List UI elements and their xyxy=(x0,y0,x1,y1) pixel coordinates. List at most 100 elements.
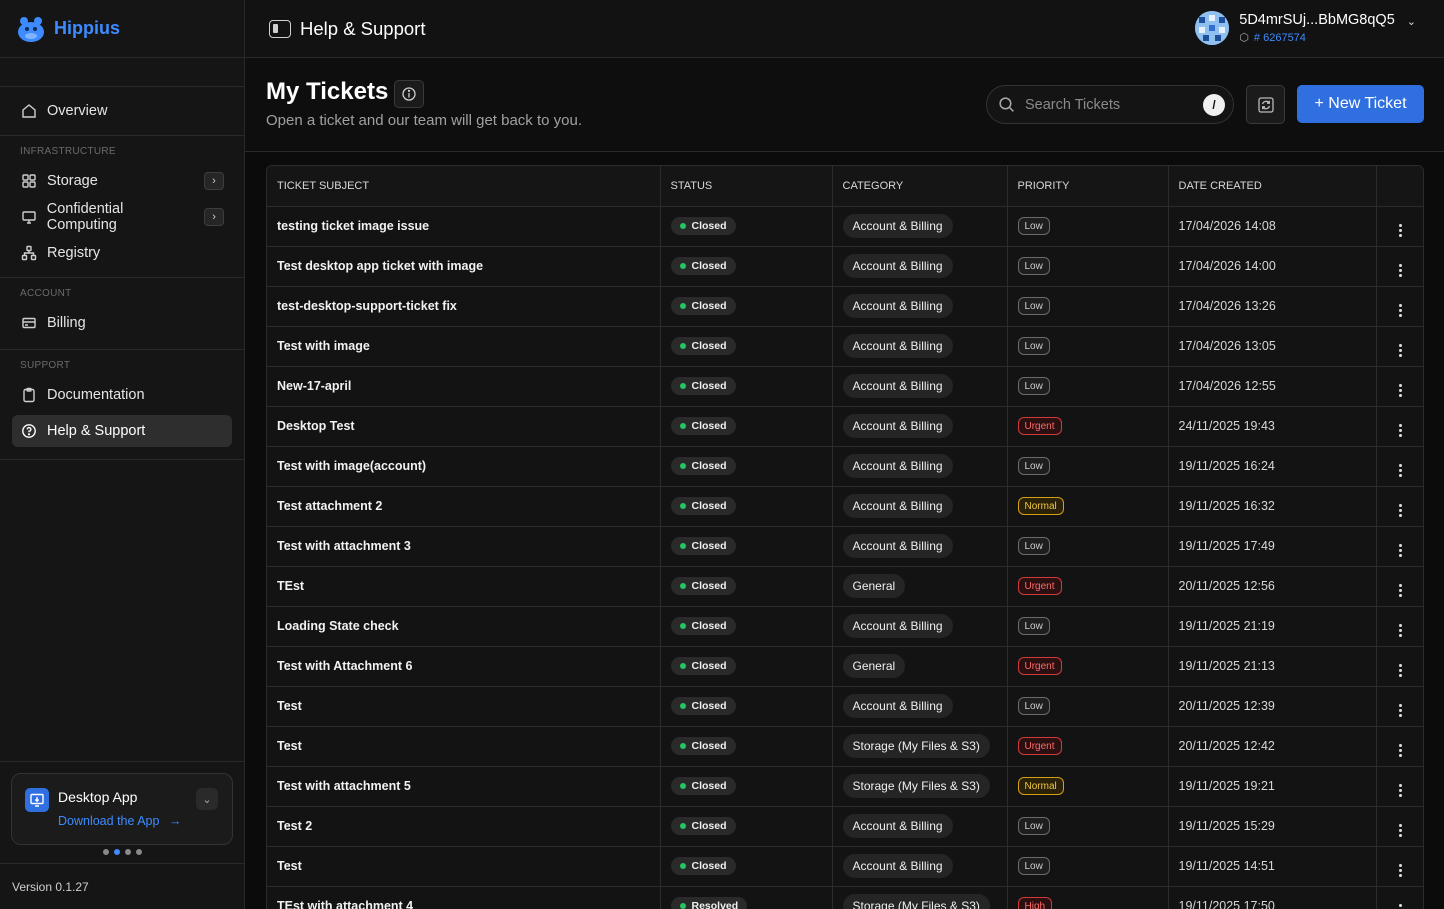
row-actions-button[interactable] xyxy=(1376,366,1423,407)
ticket-subject[interactable]: TEst xyxy=(267,566,661,607)
refresh-button[interactable] xyxy=(1246,85,1285,124)
carousel-dots[interactable] xyxy=(0,849,245,855)
info-icon xyxy=(402,87,416,101)
ticket-subject[interactable]: Test attachment 2 xyxy=(267,486,661,527)
sidebar-item-overview[interactable]: Overview xyxy=(12,95,232,127)
status-dot-icon xyxy=(679,383,686,389)
ticket-subject[interactable]: Test xyxy=(267,846,661,887)
chevron-right-icon[interactable]: › xyxy=(204,208,224,226)
search-box[interactable]: / xyxy=(986,85,1234,124)
table-row[interactable]: Loading State check Closed Account & Billi… xyxy=(267,606,1423,647)
table-row[interactable]: Test desktop app ticket with image Closed… xyxy=(267,246,1423,287)
ticket-date: 19/11/2025 15:29 xyxy=(1168,806,1377,847)
sidebar-item-billing[interactable]: Billing xyxy=(12,307,232,339)
ticket-subject[interactable]: Test xyxy=(267,726,661,767)
row-actions-button[interactable] xyxy=(1376,286,1423,327)
ticket-subject[interactable]: TEst with attachment 4 xyxy=(267,886,661,909)
status-dot-icon xyxy=(679,303,686,309)
ticket-subject[interactable]: Loading State check xyxy=(267,606,661,647)
ticket-subject[interactable]: test-desktop-support-ticket fix xyxy=(267,286,661,327)
ticket-category-cell: Account & Billing xyxy=(832,206,1008,247)
ticket-subject[interactable]: Test 2 xyxy=(267,806,661,847)
row-actions-button[interactable] xyxy=(1376,526,1423,567)
sidebar-item-documentation[interactable]: Documentation xyxy=(12,379,232,411)
table-row[interactable]: Desktop Test Closed Account & Billing Urgen… xyxy=(267,406,1423,447)
carousel-dot[interactable] xyxy=(136,849,142,855)
ticket-category-cell: General xyxy=(832,566,1008,607)
row-actions-button[interactable] xyxy=(1376,606,1423,647)
sidebar-section-account: ACCOUNT Billing xyxy=(0,278,244,350)
table-row[interactable]: Test Closed Account & Billing Low 19/11/2025… xyxy=(267,846,1423,887)
row-actions-button[interactable] xyxy=(1376,246,1423,287)
sidebar-item-storage[interactable]: Storage › xyxy=(12,165,232,197)
ticket-date: 19/11/2025 16:32 xyxy=(1168,486,1377,527)
row-actions-button[interactable] xyxy=(1376,846,1423,887)
ticket-subject[interactable]: Test with image(account) xyxy=(267,446,661,487)
ticket-subject[interactable]: Test with attachment 5 xyxy=(267,766,661,807)
table-row[interactable]: TEst Closed General Urgent 20/11/2025 12:56 xyxy=(267,566,1423,607)
search-input[interactable] xyxy=(1025,96,1195,113)
more-vertical-icon xyxy=(1399,703,1403,717)
ticket-subject[interactable]: Test with image xyxy=(267,326,661,367)
column-header-date[interactable]: DATE CREATED xyxy=(1168,166,1377,207)
row-actions-button[interactable] xyxy=(1376,726,1423,767)
info-button[interactable] xyxy=(394,80,424,108)
sidebar-item-confidential-computing[interactable]: Confidential Computing › xyxy=(12,201,232,233)
column-header-priority[interactable]: PRIORITY xyxy=(1007,166,1169,207)
row-actions-button[interactable] xyxy=(1376,206,1423,247)
network-icon xyxy=(20,244,38,262)
table-header-row: TICKET SUBJECT STATUS CATEGORY PRIORITY … xyxy=(267,166,1423,207)
brand[interactable]: Hippius xyxy=(0,0,244,58)
chevron-right-icon[interactable]: › xyxy=(204,172,224,190)
column-header-category[interactable]: CATEGORY xyxy=(832,166,1008,207)
table-row[interactable]: Test attachment 2 Closed Account & Billing… xyxy=(267,486,1423,527)
table-row[interactable]: Test with attachment 3 Closed Account & Bi… xyxy=(267,526,1423,567)
new-ticket-button[interactable]: + New Ticket xyxy=(1297,85,1424,123)
sidebar-toggle-icon[interactable] xyxy=(269,19,291,38)
table-row[interactable]: Test 2 Closed Account & Billing Low 19/11/20… xyxy=(267,806,1423,847)
ticket-status-cell: Closed xyxy=(660,206,833,247)
ticket-subject[interactable]: Test with attachment 3 xyxy=(267,526,661,567)
download-app-link[interactable]: Download the App → xyxy=(58,814,181,828)
row-actions-button[interactable] xyxy=(1376,646,1423,687)
sidebar-item-registry[interactable]: Registry xyxy=(12,237,232,269)
ticket-priority-cell: Normal xyxy=(1007,766,1169,807)
sidebar-item-help-support[interactable]: Help & Support xyxy=(12,415,232,447)
column-header-subject[interactable]: TICKET SUBJECT xyxy=(267,166,661,207)
row-actions-button[interactable] xyxy=(1376,326,1423,367)
desktop-app-card[interactable]: Desktop App Download the App → ⌄ xyxy=(11,773,233,845)
row-actions-button[interactable] xyxy=(1376,446,1423,487)
row-actions-button[interactable] xyxy=(1376,806,1423,847)
ticket-subject[interactable]: New-17-april xyxy=(267,366,661,407)
carousel-dot-active[interactable] xyxy=(114,849,120,855)
table-row[interactable]: Test with image(account) Closed Account & … xyxy=(267,446,1423,487)
table-row[interactable]: testing ticket image issue Closed Account … xyxy=(267,206,1423,247)
chevron-down-icon[interactable]: ⌄ xyxy=(196,788,218,810)
user-menu[interactable]: 5D4mrSUj...BbMG8qQ5 ⬡ # 6267574 ⌄ xyxy=(1195,11,1416,45)
carousel-dot[interactable] xyxy=(125,849,131,855)
ticket-subject[interactable]: testing ticket image issue xyxy=(267,206,661,247)
row-actions-button[interactable] xyxy=(1376,406,1423,447)
ticket-subject[interactable]: Test xyxy=(267,686,661,727)
ticket-subject[interactable]: Desktop Test xyxy=(267,406,661,447)
table-row[interactable]: Test with attachment 5 Closed Storage (My … xyxy=(267,766,1423,807)
row-actions-button[interactable] xyxy=(1376,686,1423,727)
ticket-subject[interactable]: Test with Attachment 6 xyxy=(267,646,661,687)
table-row[interactable]: New-17-april Closed Account & Billing Low 17… xyxy=(267,366,1423,407)
table-row[interactable]: Test with image Closed Account & Billing Lo… xyxy=(267,326,1423,367)
ticket-subject[interactable]: Test desktop app ticket with image xyxy=(267,246,661,287)
table-row[interactable]: Test with Attachment 6 Closed General Urgen… xyxy=(267,646,1423,687)
table-row[interactable]: Test Closed Storage (My Files & S3) Urgent 2… xyxy=(267,726,1423,767)
row-actions-button[interactable] xyxy=(1376,566,1423,607)
grid-icon xyxy=(20,172,38,190)
ticket-category-cell: Account & Billing xyxy=(832,406,1008,447)
table-row[interactable]: TEst with attachment 4 Resolved Storage (M… xyxy=(267,886,1423,909)
column-header-status[interactable]: STATUS xyxy=(660,166,833,207)
row-actions-button[interactable] xyxy=(1376,486,1423,527)
ticket-status-cell: Closed xyxy=(660,366,833,407)
table-row[interactable]: test-desktop-support-ticket fix Closed Acc… xyxy=(267,286,1423,327)
row-actions-button[interactable] xyxy=(1376,886,1423,909)
table-row[interactable]: Test Closed Account & Billing Low 20/11/2025… xyxy=(267,686,1423,727)
carousel-dot[interactable] xyxy=(103,849,109,855)
row-actions-button[interactable] xyxy=(1376,766,1423,807)
